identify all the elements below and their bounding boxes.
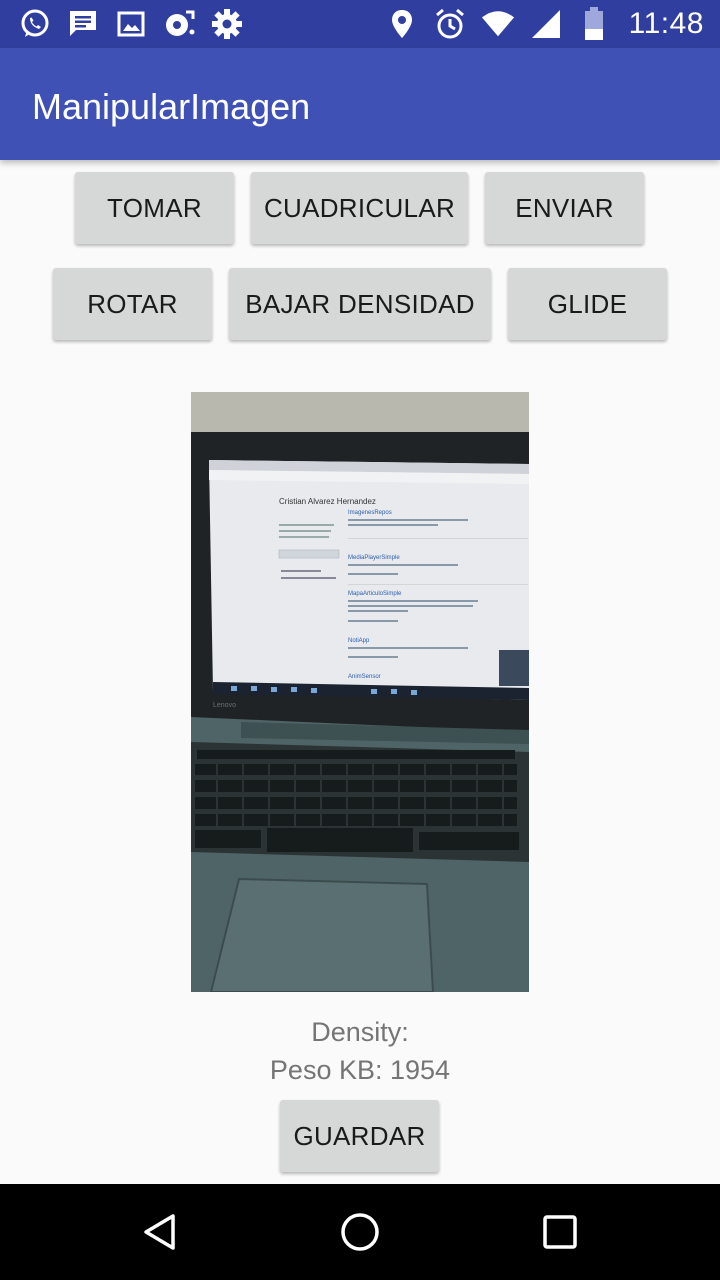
- navigation-bar: [0, 1184, 720, 1280]
- enviar-button[interactable]: ENVIAR: [485, 172, 644, 244]
- home-icon[interactable]: [336, 1208, 384, 1256]
- photo-profile-name: Cristian Alvarez Hernandez: [279, 497, 376, 506]
- photo-repo-item: MapaArticuloSimple: [348, 591, 402, 597]
- status-bar: 11:48: [0, 0, 720, 48]
- sync-icon: [162, 6, 196, 42]
- guardar-button[interactable]: GUARDAR: [280, 1100, 439, 1172]
- captured-photo: Cristian Alvarez Hernandez ImagenesRepos…: [191, 392, 529, 992]
- density-label: Density:: [311, 1017, 409, 1047]
- battery-icon: [577, 6, 611, 42]
- message-icon: [66, 6, 100, 42]
- image-icon: [114, 6, 148, 42]
- glide-button[interactable]: GLIDE: [508, 268, 667, 340]
- tomar-button[interactable]: TOMAR: [75, 172, 234, 244]
- photo-repo-item: NotiApp: [348, 638, 370, 644]
- recents-icon[interactable]: [536, 1208, 584, 1256]
- cuadricular-button[interactable]: CUADRICULAR: [251, 172, 468, 244]
- photo-repo-item: MediaPlayerSimple: [348, 555, 400, 561]
- whatsapp-icon: [18, 6, 52, 42]
- clock: 11:48: [628, 7, 704, 40]
- photo-repo-item: ImagenesRepos: [348, 510, 392, 516]
- alarm-icon: [433, 6, 467, 42]
- wifi-icon: [481, 6, 515, 42]
- location-icon: [385, 6, 419, 42]
- photo-repo-item: AnimSensor: [348, 674, 381, 680]
- weight-label: Peso KB: 1954: [269, 1055, 451, 1085]
- app-title: ManipularImagen: [32, 86, 311, 127]
- bajar-densidad-button[interactable]: BAJAR DENSIDAD: [229, 268, 491, 340]
- rotar-button[interactable]: ROTAR: [53, 268, 212, 340]
- back-icon[interactable]: [136, 1208, 184, 1256]
- photo-laptop-brand: Lenovo: [213, 702, 236, 709]
- signal-icon: [529, 6, 563, 42]
- settings-icon: [210, 6, 244, 42]
- app-bar: ManipularImagen: [0, 48, 720, 160]
